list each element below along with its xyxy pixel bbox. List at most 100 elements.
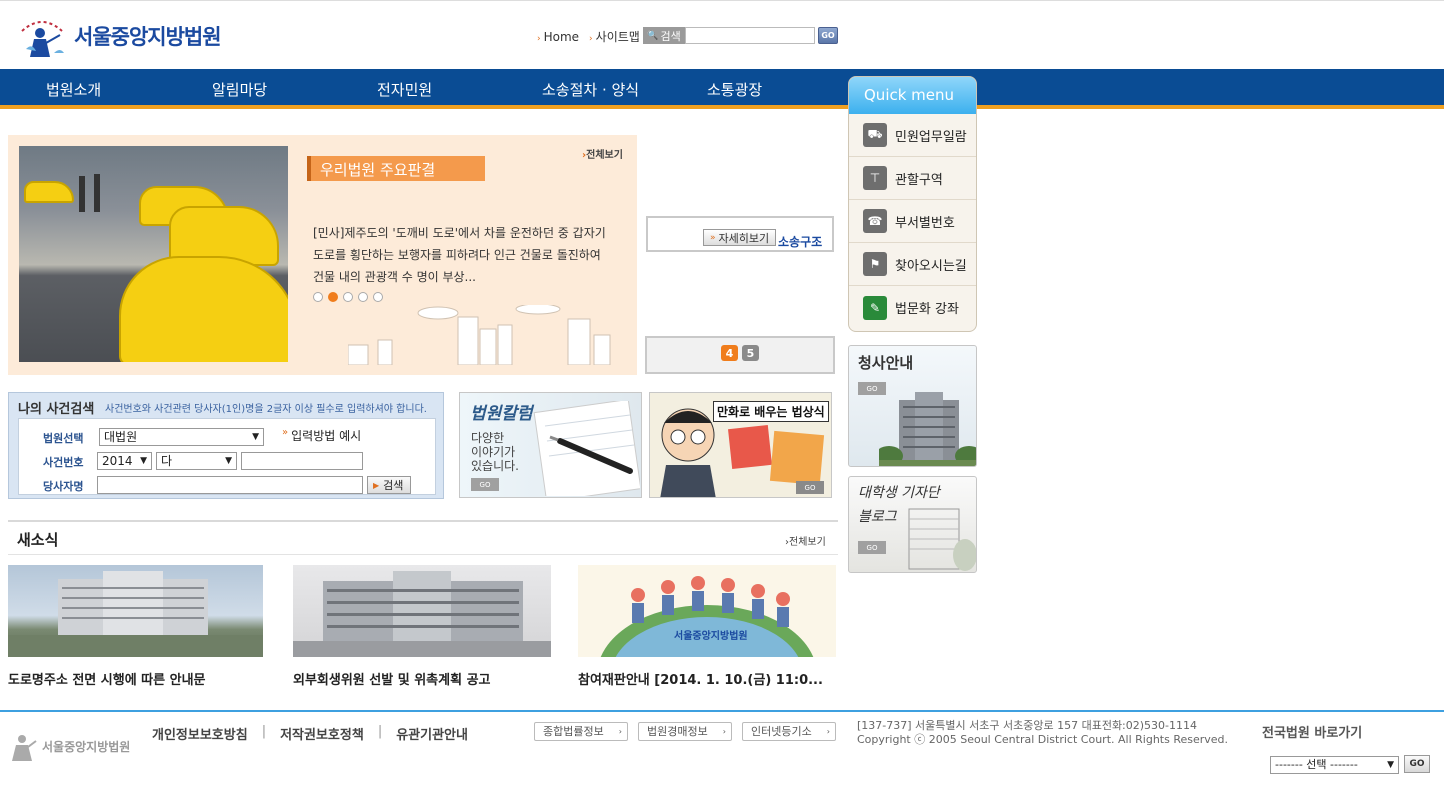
case-search-title: 나의 사건검색 xyxy=(18,402,95,417)
footer-logo-text: 서울중앙지방법원 xyxy=(42,739,131,754)
carousel-dot[interactable] xyxy=(358,292,368,302)
chevron-down-icon: ▼ xyxy=(252,432,259,442)
address-text: [137-737] 서울특별시 서초구 서초중앙로 157 대표전화:02)53… xyxy=(857,719,1198,732)
site-logo[interactable]: 서울중앙지방법원 xyxy=(16,13,222,59)
news-thumbnail-2[interactable] xyxy=(293,565,551,657)
court-select-label: 법원선택 xyxy=(43,432,84,445)
quick-menu-item-jurisdiction[interactable]: ⊤ 관할구역 xyxy=(849,157,976,200)
litigation-aid-text: 소송구조 xyxy=(778,235,823,249)
national-courts-select[interactable]: ------- 선택 ------- ▼ xyxy=(1270,756,1399,774)
featured-judgment-panel: 우리법원 주요판결 ›전체보기 [민사]제주도의 '도깨비 도로'에서 차를 운… xyxy=(8,135,637,375)
board-icon: ✎ xyxy=(863,295,887,320)
news-thumbnail-1[interactable] xyxy=(8,565,263,657)
news-item-2-title[interactable]: 외부회생위원 선발 및 위촉계획 공고 xyxy=(293,669,491,688)
blog-go-button[interactable]: GO xyxy=(858,541,886,554)
input-example-link[interactable]: » 입력방법 예시 xyxy=(282,427,361,444)
quick-menu: Quick menu ⛟ 민원업무일람 ⊤ 관할구역 ☎ 부서별번호 ⚑ 찾아오… xyxy=(848,76,977,332)
year-select[interactable]: 2014 ▼ xyxy=(97,452,152,470)
reporter-blog-banner[interactable]: 대학생 기자단 블로그 GO xyxy=(848,476,977,573)
copyright-text: Copyright ⓒ 2005 Seoul Central District … xyxy=(857,733,1229,746)
legal-info-select[interactable]: 종합법률정보 › xyxy=(534,722,628,741)
quick-menu-item-lecture[interactable]: ✎ 법문화 강좌 xyxy=(849,286,976,329)
blog-title-line2: 블로그 xyxy=(858,509,897,525)
carousel-dots xyxy=(313,292,383,302)
search-icon: 🔍 xyxy=(647,30,659,41)
news-view-all-link[interactable]: ›전체보기 xyxy=(785,533,826,548)
carousel-dot-active[interactable] xyxy=(328,292,338,302)
search-go-button[interactable]: GO xyxy=(818,27,838,44)
page-5-button[interactable]: 5 xyxy=(742,345,759,361)
case-search-form: 법원선택 대법원 ▼ » 입력방법 예시 사건번호 2014 ▼ 다 ▼ 당사자명 ▶ 검… xyxy=(18,418,436,495)
main-nav: 법원소개 알림마당 전자민원 소송절차 · 양식 소통광장 xyxy=(0,69,1444,109)
nav-court-intro[interactable]: 법원소개 xyxy=(46,79,101,100)
detail-view-button[interactable]: » 자세히보기 xyxy=(703,229,777,246)
court-select[interactable]: 대법원 ▼ xyxy=(99,428,264,446)
building-info-banner[interactable]: 청사안내 GO xyxy=(848,345,977,467)
taxi-street-photo[interactable] xyxy=(19,146,288,362)
signpost-icon: ⊤ xyxy=(863,166,887,190)
separator: | xyxy=(261,724,267,739)
pen-notebook-image xyxy=(533,401,640,496)
case-search-button[interactable]: ▶ 검색 xyxy=(367,476,411,494)
privacy-policy-link[interactable]: 개인정보보호방침 xyxy=(152,724,248,743)
flag-icon: ⚑ xyxy=(863,252,887,276)
site-search-input[interactable] xyxy=(685,27,815,44)
nav-notices[interactable]: 알림마당 xyxy=(212,79,267,100)
quick-menu-item-phone[interactable]: ☎ 부서별번호 xyxy=(849,200,976,243)
party-name-input[interactable] xyxy=(97,476,363,494)
carousel-dot[interactable] xyxy=(343,292,353,302)
case-number-input[interactable] xyxy=(241,452,363,470)
nav-communication[interactable]: 소통광장 xyxy=(707,79,762,100)
comic-go-button[interactable]: GO xyxy=(796,481,824,494)
site-title: 서울중앙지방법원 xyxy=(74,25,222,49)
separator: | xyxy=(377,724,383,739)
play-arrow-icon: ▶ xyxy=(373,480,380,490)
case-type-select[interactable]: 다 ▼ xyxy=(156,452,237,470)
registry-select[interactable]: 인터넷등기소 › xyxy=(742,722,836,741)
case-search-instructions: 사건번호와 사건관련 당사자(1인)명을 2글자 이상 필수로 입력하셔야 합니… xyxy=(105,404,427,415)
chevron-right-icon: › xyxy=(722,727,726,736)
divider xyxy=(8,520,838,522)
court-column-banner[interactable]: 법원칼럼 다양한 이야기가 있습니다. GO xyxy=(459,392,642,498)
chevron-down-icon: ▼ xyxy=(140,456,147,466)
banner-pager: 4 5 xyxy=(645,336,835,374)
home-link[interactable]: › Home xyxy=(537,30,579,44)
car-icon: ⛟ xyxy=(863,123,887,147)
news-item-3-title[interactable]: 참여재판안내 [2014. 1. 10.(금) 11:0... xyxy=(578,669,823,688)
case-number-label: 사건번호 xyxy=(43,456,84,469)
featured-view-all-link[interactable]: ›전체보기 xyxy=(582,146,623,161)
quick-menu-title: Quick menu xyxy=(849,77,976,114)
sitemap-link[interactable]: › 사이트맵 xyxy=(589,28,640,45)
news-item-1-title[interactable]: 도로명주소 전면 시행에 따른 안내문 xyxy=(8,669,206,688)
utility-links: › Home › 사이트맵 xyxy=(537,28,640,45)
column-go-button[interactable]: GO xyxy=(471,478,499,491)
phone-icon: ☎ xyxy=(863,209,887,233)
carousel-dot[interactable] xyxy=(373,292,383,302)
related-agencies-link[interactable]: 유관기관안내 xyxy=(396,724,468,743)
featured-judgment-summary[interactable]: [민사]제주도의 '도깨비 도로'에서 차를 운전하던 중 갑자기 도로를 횡단… xyxy=(313,222,608,288)
law-comic-banner[interactable]: 만화로 배우는 법상식 GO xyxy=(649,392,832,498)
featured-judgment-tag: 우리법원 주요판결 xyxy=(307,156,485,181)
quick-menu-item-directions[interactable]: ⚑ 찾아오시는길 xyxy=(849,243,976,286)
column-text-3: 있습니다. xyxy=(471,459,519,473)
copyright-policy-link[interactable]: 저작권보호정책 xyxy=(280,724,364,743)
footer-logo: 서울중앙지방법원 xyxy=(8,731,130,761)
case-search-panel: 나의 사건검색 사건번호와 사건관련 당사자(1인)명을 2글자 이상 필수로 … xyxy=(8,392,444,499)
footer-links: 개인정보보호방침 | 저작권보호정책 | 유관기관안내 xyxy=(152,724,468,743)
litigation-aid-box: 소송구조 » 자세히보기 xyxy=(646,216,834,252)
nav-procedures-forms[interactable]: 소송절차 · 양식 xyxy=(542,79,639,100)
globe-caption: 서울중앙지방법원 xyxy=(674,631,748,642)
page-4-button[interactable]: 4 xyxy=(721,345,738,361)
national-courts-go-button[interactable]: GO xyxy=(1404,755,1430,773)
footer-address: [137-737] 서울특별시 서초구 서초중앙로 157 대표전화:02)53… xyxy=(857,719,1228,747)
carousel-dot[interactable] xyxy=(313,292,323,302)
nav-e-petition[interactable]: 전자민원 xyxy=(377,79,432,100)
auction-info-select[interactable]: 법원경매정보 › xyxy=(638,722,732,741)
footer-divider xyxy=(0,710,1444,712)
quick-menu-item-services[interactable]: ⛟ 민원업무일람 xyxy=(849,114,976,157)
sketch-building-image xyxy=(908,508,976,571)
chevron-right-icon: › xyxy=(826,727,830,736)
news-thumbnail-3[interactable]: 서울중앙지방법원 xyxy=(578,565,836,657)
column-title: 법원칼럼 xyxy=(470,404,533,424)
divider xyxy=(8,554,838,555)
